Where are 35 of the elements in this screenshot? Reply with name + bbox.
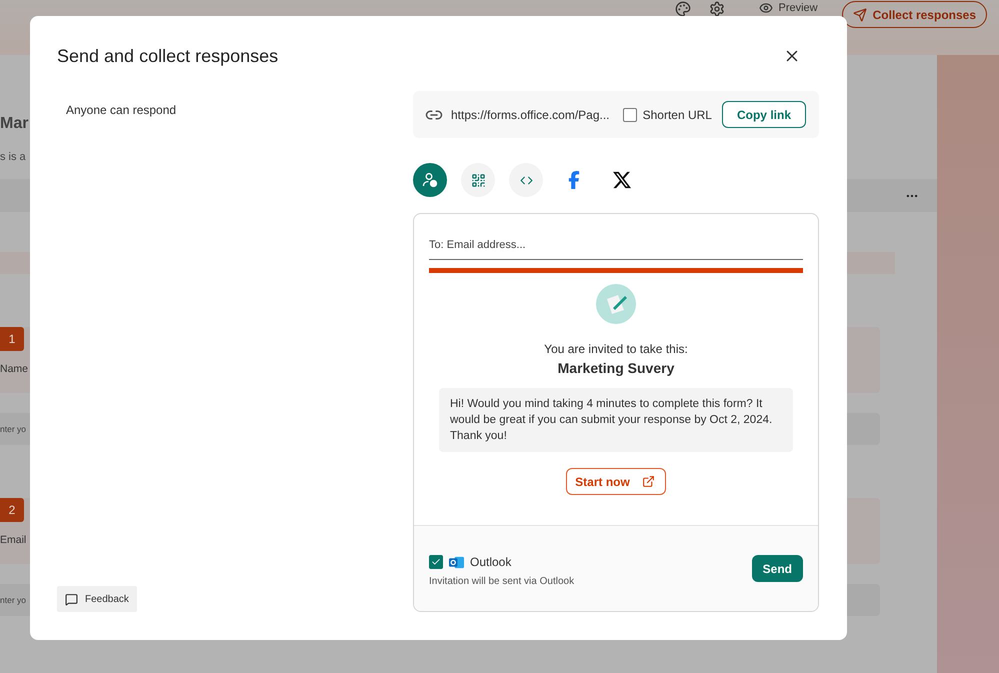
feedback-button[interactable]: Feedback [57,586,137,612]
pencil-paper-icon [596,284,636,324]
invite-message: Hi! Would you mind taking 4 minutes to complete this form? It would be great if you can submit your response by Oct 2, 2024. Thank you! [439,388,793,452]
speech-bubble-icon [65,592,78,606]
send-note: Invitation will be sent via Outlook [429,576,574,586]
start-now-button[interactable]: Start now [566,468,666,495]
audience-label: Anyone can respond [66,103,178,117]
preview-button[interactable]: Preview [752,1,824,15]
dialog-title: Send and collect responses [57,46,278,66]
question-number: 1 [0,327,24,351]
settings-icon[interactable] [708,0,724,16]
eye-icon [758,1,772,15]
check-icon [431,557,441,567]
qr-code-icon [470,172,486,188]
checkbox[interactable] [622,108,637,122]
form-url: https://forms.office.com/Pag... [451,108,611,122]
code-icon [520,174,532,186]
copy-link-button[interactable]: Copy link [722,101,806,128]
form-description: s is a [0,151,26,163]
external-link-icon [642,475,655,488]
send-icon [852,8,867,22]
shorten-url-checkbox[interactable]: Shorten URL [622,108,712,122]
x-icon [612,170,632,190]
invite-form-title: Marketing Suvery [558,360,674,376]
outlook-checkbox[interactable] [429,555,443,569]
send-button[interactable]: Send [752,555,803,582]
question-label: Email [0,534,26,546]
question-label: Name [0,363,28,375]
question-number: 2 [0,498,24,522]
form-title: Mar [0,115,28,133]
person-icon [422,172,438,188]
outlook-icon [449,554,464,570]
palette-icon[interactable] [674,0,690,16]
invite-intro: You are invited to take this: [544,342,688,356]
outlook-label: Outlook [470,555,512,569]
